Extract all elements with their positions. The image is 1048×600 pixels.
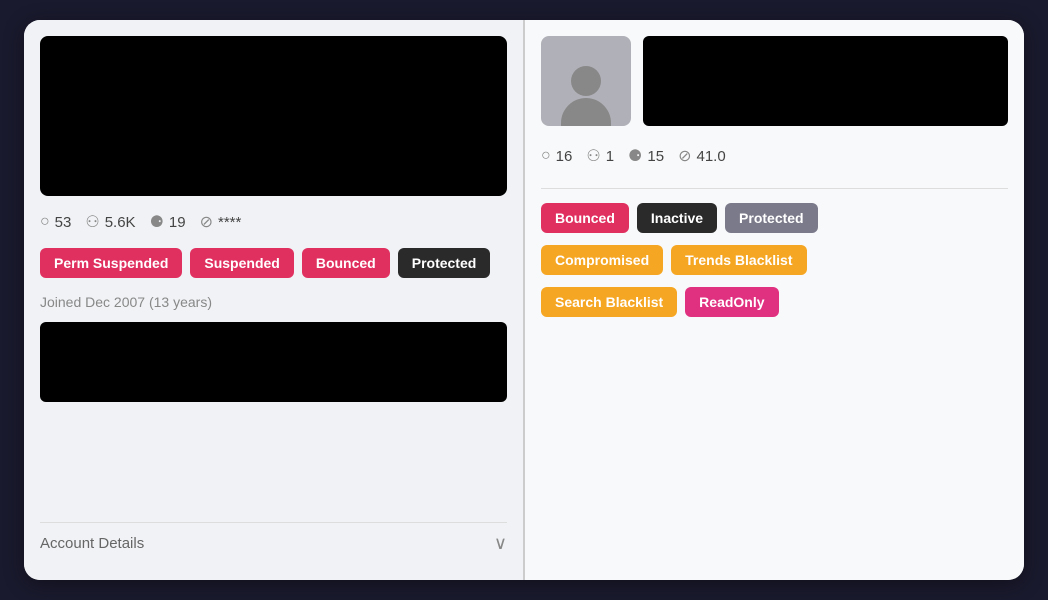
tag-perm-suspended[interactable]: Perm Suspended (40, 248, 182, 278)
left-tags: Perm Suspended Suspended Bounced Protect… (40, 248, 507, 278)
tag-search-blacklist[interactable]: Search Blacklist (541, 287, 677, 317)
right-tags-row1: Bounced Inactive Protected (541, 203, 1008, 233)
chevron-down-icon: ∨ (494, 533, 507, 554)
divider-1 (541, 188, 1008, 189)
banner-image (40, 36, 507, 196)
account-details-row[interactable]: Account Details ∨ (40, 522, 507, 564)
main-container: ○ 53 ⚇ 5.6K ⚈ 19 ⊘ **** Perm Suspended S… (24, 20, 1024, 580)
followers-stat: ⚇ 5.6K (85, 212, 135, 232)
followers-count: 5.6K (105, 214, 136, 231)
bio-box (40, 322, 507, 402)
right-top-section (541, 36, 1008, 126)
score-value: **** (218, 214, 241, 231)
tag-readonly[interactable]: ReadOnly (685, 287, 778, 317)
tag-protected-right[interactable]: Protected (725, 203, 818, 233)
avatar-head (571, 66, 601, 96)
followers-icon: ⚇ (85, 212, 99, 232)
avatar (541, 36, 631, 126)
following-icon: ⚈ (150, 212, 164, 232)
comment-count: 53 (55, 214, 72, 231)
tag-protected-left[interactable]: Protected (398, 248, 491, 278)
right-comment-stat: ○ 16 (541, 147, 572, 165)
tag-suspended[interactable]: Suspended (190, 248, 293, 278)
stats-row-left: ○ 53 ⚇ 5.6K ⚈ 19 ⊘ **** (40, 208, 507, 236)
right-score-stat: ⊘ 41.0 (678, 146, 726, 166)
tag-bounced-left[interactable]: Bounced (302, 248, 390, 278)
tag-inactive[interactable]: Inactive (637, 203, 717, 233)
comment-icon: ○ (40, 213, 50, 231)
left-panel: ○ 53 ⚇ 5.6K ⚈ 19 ⊘ **** Perm Suspended S… (24, 20, 525, 580)
score-icon: ⊘ (200, 212, 213, 232)
tag-trends-blacklist[interactable]: Trends Blacklist (671, 245, 806, 275)
right-comment-icon: ○ (541, 147, 551, 165)
right-tags-row2: Compromised Trends Blacklist (541, 245, 1008, 275)
joined-text: Joined Dec 2007 (13 years) (40, 294, 507, 310)
stats-row-right: ○ 16 ⚇ 1 ⚈ 15 ⊘ 41.0 (541, 138, 1008, 174)
tag-bounced-right[interactable]: Bounced (541, 203, 629, 233)
comment-stat: ○ 53 (40, 213, 71, 231)
right-followers-count: 1 (606, 148, 614, 165)
tag-compromised[interactable]: Compromised (541, 245, 663, 275)
right-tags-row3: Search Blacklist ReadOnly (541, 287, 1008, 317)
right-following-count: 15 (647, 148, 664, 165)
right-comment-count: 16 (556, 148, 573, 165)
avatar-body (561, 98, 611, 126)
score-stat: ⊘ **** (200, 212, 242, 232)
right-score-icon: ⊘ (678, 146, 691, 166)
right-followers-stat: ⚇ 1 (586, 146, 614, 166)
following-count: 19 (169, 214, 186, 231)
right-score-value: 41.0 (696, 148, 725, 165)
following-stat: ⚈ 19 (150, 212, 186, 232)
right-following-icon: ⚈ (628, 146, 642, 166)
right-following-stat: ⚈ 15 (628, 146, 664, 166)
avatar-silhouette (551, 51, 621, 126)
right-info-image (643, 36, 1008, 126)
right-followers-icon: ⚇ (586, 146, 600, 166)
right-panel: ○ 16 ⚇ 1 ⚈ 15 ⊘ 41.0 Bounced Inactive Pr… (525, 20, 1024, 580)
account-details-label: Account Details (40, 535, 144, 552)
